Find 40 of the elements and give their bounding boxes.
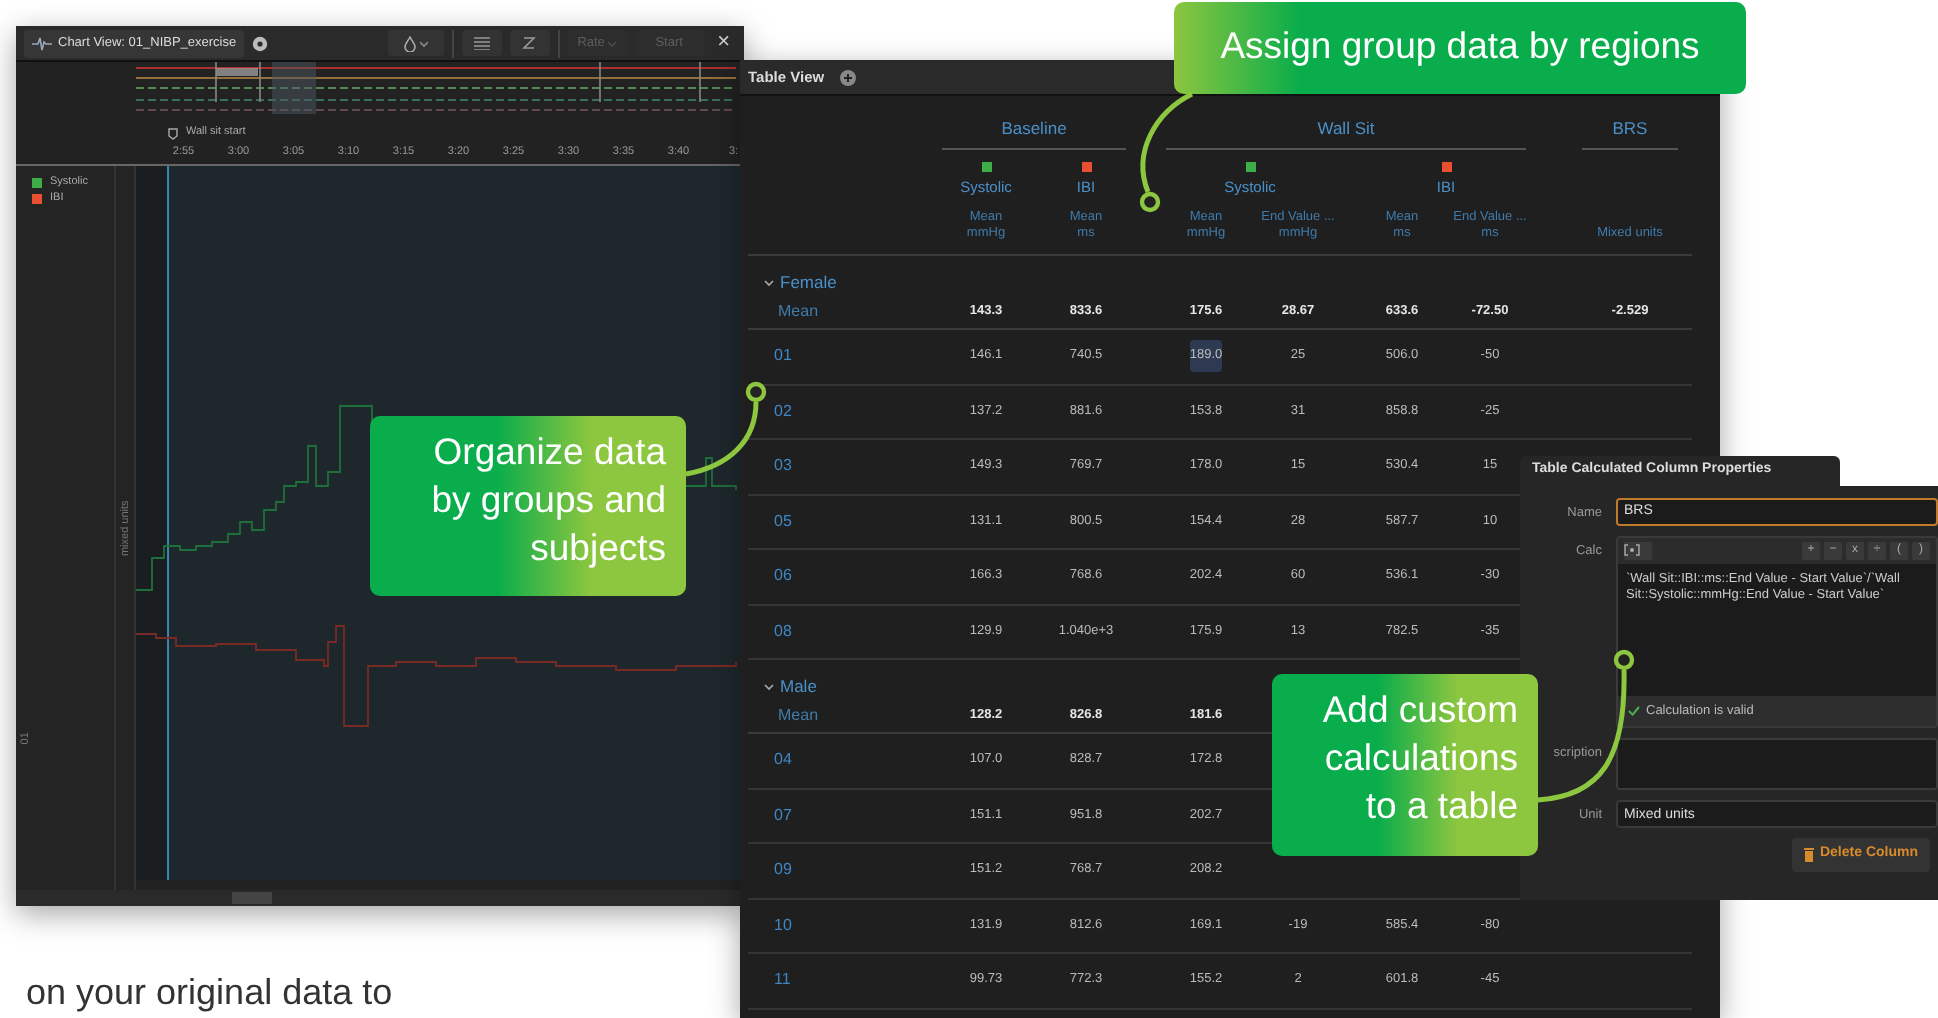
list-button[interactable] [461,30,502,56]
trash-icon [1803,848,1814,862]
flag-icon [168,127,178,139]
row-label[interactable]: 01 [748,344,934,369]
row-label[interactable]: 07 [748,803,934,828]
insert-button[interactable] [1624,541,1652,559]
row-label: Mean [776,300,821,324]
caret-icon [419,39,428,47]
brackets-icon [1624,544,1640,556]
row-label[interactable]: 02 [748,399,934,424]
close-button[interactable]: × [711,32,736,54]
row-label[interactable]: 05 [748,509,934,534]
droplet-icon [403,35,416,51]
description-field[interactable] [1616,738,1938,791]
row-label[interactable]: 10 [748,913,934,938]
callout: Assign group data by regions [1174,2,1746,94]
group-heading: Wall Sit [1166,116,1526,150]
row-label[interactable]: 09 [748,858,934,883]
row-label[interactable]: 11 [748,968,934,993]
gear-icon[interactable] [252,35,269,51]
callout: Organize data by groups and subjects [370,416,686,596]
row-label[interactable]: 08 [748,619,934,644]
chevron-icon [764,681,774,691]
row-label: Mean [776,704,821,728]
list-icon [473,36,490,50]
row-label[interactable]: 06 [748,564,934,589]
group-toggle[interactable]: Female [748,268,837,296]
zoom-button[interactable] [509,30,550,56]
chevron-icon [764,277,774,287]
group-toggle[interactable]: Male [748,672,817,700]
body-text: on your original data to [26,972,393,1014]
row-label[interactable]: 04 [748,748,934,773]
waveform-icon [32,35,52,51]
callout: Add custom calculations to a table [1272,674,1538,856]
group-heading: BRS [1582,116,1678,150]
row-label[interactable]: 03 [748,454,934,479]
add-icon[interactable] [840,69,857,85]
zigzag-icon [522,36,537,50]
drop-button[interactable] [387,30,444,56]
group-heading: Baseline [942,116,1126,150]
